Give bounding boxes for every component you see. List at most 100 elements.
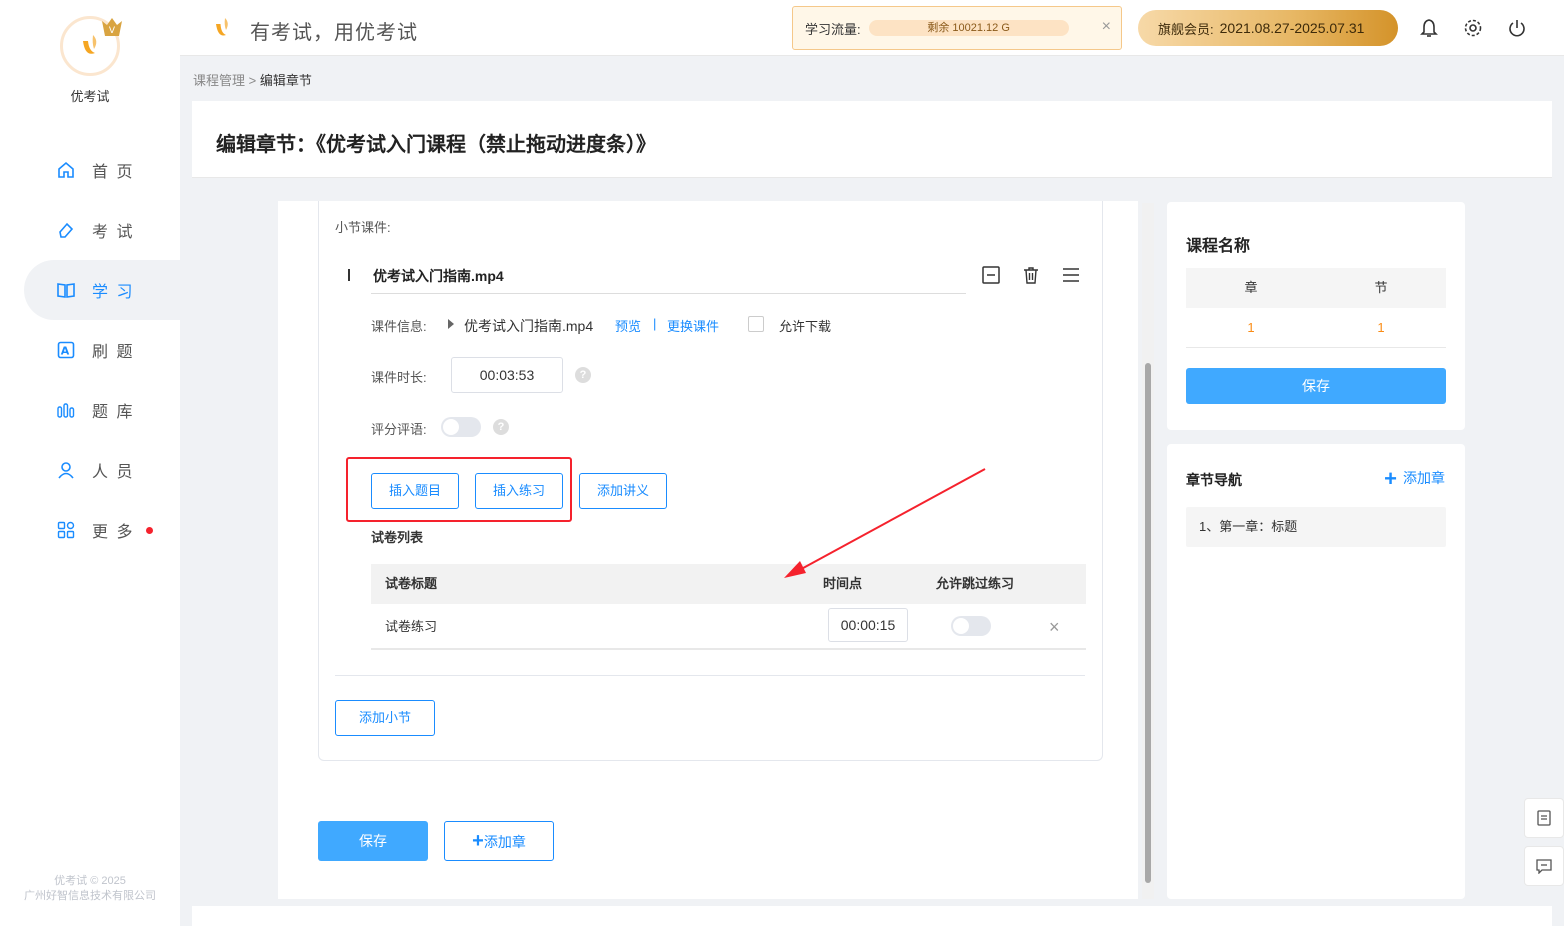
preview-link[interactable]: 预览 [615, 316, 641, 335]
notification-dot [146, 526, 154, 534]
rating-toggle[interactable] [441, 417, 481, 437]
add-chapter-link[interactable]: + 添加章 [1384, 466, 1445, 492]
chapter-editor: 小节课件: 优考试入门指南.mp4 课件信息: 优考试入门指南.mp4 预览 |… [278, 201, 1138, 899]
sidebar-item-label: 首 页 [92, 164, 135, 181]
help-icon[interactable]: ? [493, 419, 509, 435]
col-paper-title: 试卷标题 [385, 576, 438, 591]
letter-a-icon: A [56, 340, 76, 360]
paper-list-title: 试卷列表 [371, 530, 424, 545]
gear-icon[interactable] [1463, 18, 1483, 38]
link-separator: | [653, 316, 657, 331]
breadcrumb-parent[interactable]: 课程管理 [193, 73, 245, 88]
plus-icon: + [472, 830, 484, 852]
collapse-icon[interactable] [981, 265, 1001, 285]
slogan: 有考试，用优考试 [250, 22, 418, 44]
divider [335, 675, 1085, 676]
sidebar-item-home[interactable]: 首 页 [0, 140, 180, 200]
book-icon [56, 280, 76, 300]
sidebar-item-practice[interactable]: A 刷 题 [0, 320, 180, 380]
panel-save-button[interactable]: 保存 [1186, 368, 1446, 404]
svg-text:V: V [109, 26, 116, 36]
brand-name: 优考试 [70, 89, 110, 104]
chapter-nav-title: 章节导航 [1186, 472, 1242, 488]
grid-icon [56, 520, 76, 540]
section-count: 1 [1377, 320, 1385, 335]
rating-label: 评分评语: [371, 422, 427, 437]
courseware-label: 小节课件: [335, 220, 391, 235]
sidebar-item-more[interactable]: 更 多 [0, 500, 180, 560]
scrollbar[interactable] [1142, 203, 1154, 899]
sidebar-item-exam[interactable]: 考 试 [0, 200, 180, 260]
sidebar-item-study[interactable]: 学 习 [24, 260, 180, 320]
document-float-icon[interactable] [1524, 798, 1564, 838]
sidebar: V 优考试 首 页 考 试 学 习 A 刷 题 题 库 人 员 更 多 优考试 … [0, 0, 180, 926]
col-chapter: 章 [1244, 280, 1258, 295]
drag-handle-icon[interactable] [1061, 265, 1081, 285]
divider [371, 293, 966, 294]
insert-question-button[interactable]: 插入题目 [371, 473, 459, 509]
course-summary-panel: 课程名称 章 节 1 1 保存 [1167, 202, 1465, 430]
courseware-file-title: 优考试入门指南.mp4 [373, 268, 504, 284]
flow-remaining-bar: 剩余 10021.12 G [868, 20, 1069, 36]
vip-crown-icon: V [102, 18, 122, 36]
table-row: 试卷练习 00:00:15 × [371, 604, 1086, 650]
breadcrumb: 课程管理 > 编辑章节 [193, 70, 312, 89]
user-icon [56, 460, 76, 480]
annotation-arrow [784, 468, 986, 578]
home-icon [56, 160, 76, 180]
add-chapter-label: 添加章 [483, 834, 526, 850]
breadcrumb-separator: > [248, 73, 257, 88]
chapter-nav-item[interactable]: 1、第一章：标题 [1186, 507, 1446, 547]
sidebar-item-label: 考 试 [92, 224, 135, 241]
sidebar-item-label: 人 员 [92, 464, 135, 481]
flow-label: 学习流量: [805, 21, 861, 37]
trash-icon[interactable] [1021, 265, 1041, 285]
scrollbar-thumb[interactable] [1145, 363, 1151, 883]
courseware-info-file: 优考试入门指南.mp4 [464, 318, 594, 334]
page-title: 编辑章节：《优考试入门课程（禁止拖动进度条）》 [216, 134, 656, 156]
replace-courseware-link[interactable]: 更换课件 [667, 316, 719, 335]
drag-marker [348, 269, 350, 281]
add-handout-button[interactable]: 添加讲义 [579, 473, 667, 509]
col-section: 节 [1374, 280, 1388, 295]
svg-text:A: A [61, 345, 72, 358]
insert-practice-button[interactable]: 插入练习 [475, 473, 563, 509]
chapter-count-table: 章 节 1 1 [1186, 268, 1446, 348]
sidebar-nav: 首 页 考 试 学 习 A 刷 题 题 库 人 员 更 多 [0, 140, 180, 560]
bell-icon[interactable] [1419, 18, 1439, 38]
header-logo-icon [216, 18, 228, 36]
plus-icon: + [1384, 466, 1397, 491]
vip-period: 2021.08.27-2025.07.31 [1219, 20, 1365, 36]
eraser-icon [56, 220, 76, 240]
add-chapter-link-label: 添加章 [1403, 470, 1445, 486]
sidebar-item-label: 刷 题 [92, 344, 135, 361]
remove-row-icon[interactable]: × [1049, 604, 1060, 650]
allow-skip-toggle[interactable] [951, 616, 991, 636]
vip-label: 旗舰会员: [1158, 21, 1214, 37]
sidebar-item-question-bank[interactable]: 题 库 [0, 380, 180, 440]
time-point-input[interactable]: 00:00:15 [828, 608, 908, 642]
table-header: 章 节 [1186, 268, 1446, 308]
allow-download-checkbox[interactable] [748, 316, 764, 332]
top-header: 有考试，用优考试 学习流量: 剩余 10021.12 G × 旗舰会员: 202… [180, 0, 1564, 56]
help-icon[interactable]: ? [575, 367, 591, 383]
chat-float-icon[interactable] [1524, 846, 1564, 886]
bottom-strip [192, 906, 1552, 926]
sidebar-item-label: 更 多 [92, 524, 135, 541]
course-name-title: 课程名称 [1186, 238, 1251, 255]
play-triangle-icon [448, 319, 454, 329]
bars-icon [56, 400, 76, 420]
sidebar-item-people[interactable]: 人 员 [0, 440, 180, 500]
power-icon[interactable] [1507, 18, 1527, 38]
close-icon[interactable]: × [1102, 18, 1111, 36]
save-button[interactable]: 保存 [318, 821, 428, 861]
learning-flow-notice: 学习流量: 剩余 10021.12 G × [792, 6, 1122, 50]
vip-membership-badge[interactable]: 旗舰会员: 2021.08.27-2025.07.31 [1138, 10, 1398, 46]
add-subsection-button[interactable]: 添加小节 [335, 700, 435, 736]
duration-input[interactable]: 00:03:53 [451, 357, 563, 393]
chapter-count: 1 [1247, 320, 1255, 335]
sidebar-item-label: 学 习 [92, 284, 135, 301]
add-chapter-button[interactable]: +添加章 [444, 821, 554, 861]
breadcrumb-current: 编辑章节 [259, 73, 312, 88]
paper-title-cell: 试卷练习 [385, 619, 438, 634]
